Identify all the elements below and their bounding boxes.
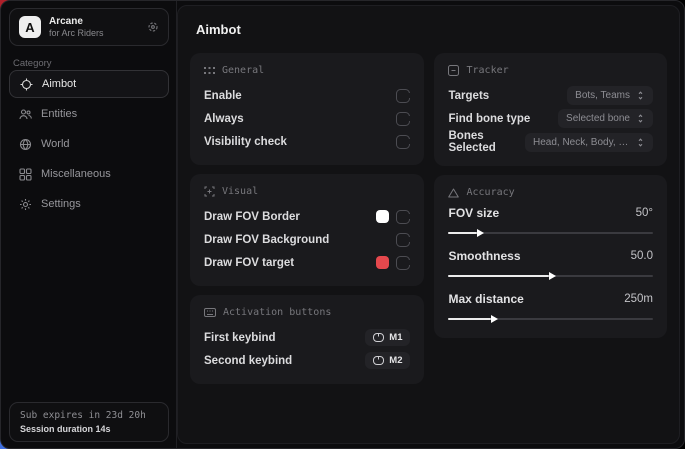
sidebar-item-settings[interactable]: Settings — [9, 190, 169, 218]
card-title: Accuracy — [466, 187, 514, 198]
slider-value: 250m — [624, 293, 653, 305]
enable-checkbox[interactable] — [396, 89, 410, 103]
slider-thumb[interactable] — [549, 272, 556, 280]
second-keybind-button[interactable]: M2 — [365, 352, 410, 369]
sidebar-item-label: World — [41, 138, 70, 150]
crosshair-icon — [20, 78, 33, 91]
keybind-value: M2 — [389, 355, 402, 366]
keybind-value: M1 — [389, 332, 402, 343]
option-label: Visibility check — [204, 136, 287, 148]
app-window: A Arcane for Arc Riders Category — [0, 0, 685, 449]
gear-icon — [19, 198, 32, 211]
visual-card: Visual Draw FOV Border Draw FOV Backgrou… — [190, 174, 424, 286]
subscription-info: Sub expires in 23d 20h Session duration … — [9, 402, 169, 442]
card-title: Tracker — [466, 65, 508, 76]
main-panel: Aimbot General Enable — [177, 5, 680, 444]
card-title: General — [222, 65, 264, 76]
layout-grid-icon — [19, 168, 32, 181]
keyboard-icon — [204, 308, 216, 317]
app-title: Arcane — [49, 16, 139, 28]
activation-buttons-card: Activation buttons First keybind M1 — [190, 295, 424, 384]
option-label: Bones Selected — [448, 130, 525, 154]
card-title: Visual — [222, 186, 258, 197]
fov-size-slider[interactable] — [448, 228, 653, 238]
sidebar-item-miscellaneous[interactable]: Miscellaneous — [9, 160, 169, 188]
slider-value: 50.0 — [631, 250, 653, 262]
option-label: Always — [204, 113, 244, 125]
option-label: FOV size — [448, 206, 499, 220]
app-logo: A — [19, 16, 41, 38]
max-distance-slider[interactable] — [448, 314, 653, 324]
sidebar-item-aimbot[interactable]: Aimbot — [9, 70, 169, 98]
option-label: Targets — [448, 90, 489, 102]
option-label: Draw FOV Background — [204, 234, 329, 246]
find-bone-type-dropdown[interactable]: Selected bone — [558, 109, 653, 128]
sidebar-item-entities[interactable]: Entities — [9, 100, 169, 128]
first-keybind-button[interactable]: M1 — [365, 329, 410, 346]
fov-border-color-swatch[interactable] — [376, 210, 389, 223]
visibility-check-checkbox[interactable] — [396, 135, 410, 149]
always-checkbox[interactable] — [396, 112, 410, 126]
option-label: Draw FOV Border — [204, 211, 300, 223]
dots-grid-icon — [204, 66, 215, 75]
app-subtitle: for Arc Riders — [49, 28, 139, 38]
sidebar: A Arcane for Arc Riders Category — [1, 1, 177, 448]
card-title: Activation buttons — [223, 307, 331, 318]
sync-icon[interactable] — [147, 21, 159, 33]
mouse-icon — [373, 356, 384, 365]
accuracy-card: Accuracy FOV size 50° — [434, 175, 667, 338]
tracker-box-icon — [448, 65, 459, 76]
dropdown-value: Bots, Teams — [575, 90, 630, 101]
option-label: First keybind — [204, 332, 276, 344]
globe-icon — [19, 138, 32, 151]
dropdown-value: Head, Neck, Body, Fe... — [533, 137, 630, 148]
draw-fov-border-checkbox[interactable] — [396, 210, 410, 224]
dropdown-value: Selected bone — [566, 113, 630, 124]
focus-icon — [204, 186, 215, 197]
triangle-icon — [448, 188, 459, 198]
brand-text: Arcane for Arc Riders — [49, 16, 139, 38]
brand-card: A Arcane for Arc Riders — [9, 8, 169, 46]
draw-fov-background-checkbox[interactable] — [396, 233, 410, 247]
session-duration-text: Session duration 14s — [20, 424, 158, 434]
tracker-card: Tracker Targets Bots, Teams — [434, 53, 667, 166]
option-label: Max distance — [448, 292, 523, 306]
slider-fill — [448, 275, 548, 277]
unfold-icon — [636, 114, 645, 123]
slider-fill — [448, 318, 491, 320]
option-label: Second keybind — [204, 355, 292, 367]
slider-thumb[interactable] — [491, 315, 498, 323]
slider-thumb[interactable] — [477, 229, 484, 237]
sidebar-nav: Aimbot Entities — [9, 70, 169, 220]
option-label: Find bone type — [448, 113, 530, 125]
sidebar-item-world[interactable]: World — [9, 130, 169, 158]
mouse-icon — [373, 333, 384, 342]
unfold-icon — [636, 138, 645, 147]
draw-fov-target-checkbox[interactable] — [396, 256, 410, 270]
sidebar-item-label: Miscellaneous — [41, 168, 111, 180]
category-label: Category — [13, 58, 52, 69]
fov-target-color-swatch[interactable] — [376, 256, 389, 269]
option-label: Draw FOV target — [204, 257, 294, 269]
entities-icon — [19, 108, 32, 121]
general-card: General Enable Always Visibility check — [190, 53, 424, 165]
page-title: Aimbot — [196, 22, 667, 37]
bones-selected-dropdown[interactable]: Head, Neck, Body, Fe... — [525, 133, 653, 152]
sidebar-item-label: Settings — [41, 198, 81, 210]
targets-dropdown[interactable]: Bots, Teams — [567, 86, 653, 105]
smoothness-slider[interactable] — [448, 271, 653, 281]
unfold-icon — [636, 91, 645, 100]
option-label: Smoothness — [448, 249, 520, 263]
sidebar-item-label: Aimbot — [42, 78, 76, 90]
slider-value: 50° — [636, 207, 653, 219]
slider-fill — [448, 232, 477, 234]
sidebar-item-label: Entities — [41, 108, 77, 120]
sub-expiry-text: Sub expires in 23d 20h — [20, 410, 158, 421]
option-label: Enable — [204, 90, 242, 102]
